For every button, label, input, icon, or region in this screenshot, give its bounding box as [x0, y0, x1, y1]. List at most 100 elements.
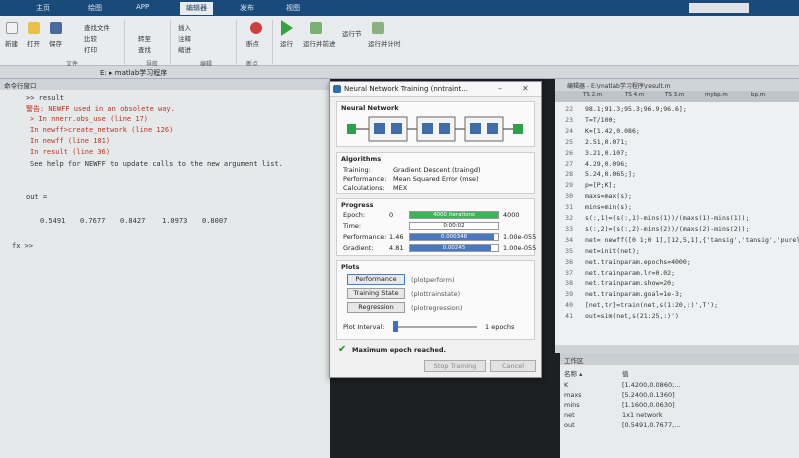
stack-line[interactable]: In newff (line 101) [30, 137, 110, 145]
stack-line[interactable]: > In nnerr.obs_use (line 17) [30, 115, 148, 123]
run-time-icon[interactable] [372, 22, 384, 34]
tab-view[interactable]: 视图 [280, 2, 306, 15]
code-line[interactable]: 3.21,0.107; [585, 149, 628, 157]
run-section-button[interactable]: 运行节 [342, 28, 362, 38]
open-button[interactable]: 打开 [27, 38, 40, 48]
stop-training-button[interactable]: Stop Training [424, 360, 486, 372]
stack-line[interactable]: In result (line 36) [30, 148, 110, 156]
run-icon[interactable] [281, 20, 293, 36]
code-line[interactable]: mins=min(s); [585, 203, 632, 211]
code-line[interactable]: K=[1.42,0.086; [585, 127, 640, 135]
save-button[interactable]: 保存 [49, 38, 62, 48]
command-prompt[interactable]: fx >> [12, 242, 33, 250]
tab-home[interactable]: 主页 [30, 2, 56, 15]
column-header-name[interactable]: 名称 ▴ [564, 368, 582, 378]
workspace-panel[interactable]: 名称 ▴ 值 K [1.4200,0.0860;... maxs [5.2400… [560, 365, 799, 458]
variable-name[interactable]: mins [564, 401, 580, 409]
run-advance-button[interactable]: 运行并前进 [303, 38, 336, 48]
code-line[interactable]: 5.24,0.065;]; [585, 170, 636, 178]
code-line[interactable]: T=T/100; [585, 116, 616, 124]
code-line[interactable]: out=sim(net,s(21:25,:)') [585, 312, 679, 320]
run-button[interactable]: 运行 [280, 38, 293, 48]
print-button[interactable]: 打印 [84, 44, 97, 54]
code-line[interactable]: [net,tr]=train(net,s(1:20,:)',T'); [585, 301, 718, 309]
line-number: 40 [565, 301, 573, 310]
editor-tab[interactable]: TS 2.m [583, 92, 602, 98]
divider [272, 20, 273, 64]
insert-button[interactable]: 插入 [178, 22, 191, 32]
editor-scrollbar[interactable] [555, 345, 799, 353]
indent-button[interactable]: 缩进 [178, 44, 191, 54]
command-window[interactable]: >> result 警告: NEWFF used in an obsolete … [0, 90, 330, 458]
variable-name[interactable]: K [564, 381, 568, 389]
check-icon: ✔ [338, 344, 347, 355]
performance-plot-button[interactable]: Performance [347, 274, 405, 285]
progress-bar-text: 4000 iterations [433, 212, 475, 218]
variable-name[interactable]: net [564, 411, 575, 419]
variable-value: 1x1 network [622, 411, 663, 419]
column-header-value[interactable]: 值 [622, 368, 629, 378]
tab-plots[interactable]: 绘图 [82, 2, 108, 15]
tab-apps[interactable]: APP [130, 2, 155, 15]
code-line[interactable]: net= newff([0 1;0 1],[12,5,1],{'tansig',… [585, 236, 799, 244]
new-file-icon[interactable] [6, 22, 18, 34]
run-advance-icon[interactable] [310, 22, 322, 34]
compare-button[interactable]: 比较 [84, 33, 97, 43]
line-number: 24 [565, 126, 573, 135]
regression-plot-button[interactable]: Regression [347, 302, 405, 313]
dialog-titlebar[interactable]: Neural Network Training (nntraint... – ✕ [330, 82, 541, 97]
training-state-plot-button[interactable]: Training State [347, 288, 405, 299]
code-line[interactable]: p=[P;K]; [585, 181, 616, 189]
tab-editor[interactable]: 编辑器 [180, 2, 213, 15]
plot-interval-track[interactable] [395, 326, 477, 328]
code-line[interactable]: net.trainparam.show=20; [585, 279, 675, 287]
divider [124, 20, 125, 64]
variable-value: [1.1600,0.0630] [622, 401, 675, 409]
code-line[interactable]: 98.1;91.3;95.3;96.9;96.6]; [585, 105, 687, 113]
search-input[interactable] [689, 3, 749, 13]
code-editor[interactable]: 22 98.1;91.3;95.3;96.9;96.6]; 23 T=T/100; 2… [555, 102, 799, 345]
editor-header: 编辑器 - E:\matlab学习程序\result.m [555, 79, 799, 91]
code-line[interactable]: 2.51,0.071; [585, 138, 628, 146]
editor-tab[interactable]: bp.m [751, 92, 765, 98]
close-icon[interactable]: ✕ [522, 84, 529, 93]
breakpoint-icon[interactable] [250, 22, 262, 34]
code-line[interactable]: s(:,2)=(s(:,2)-mins(2))/(maxs(2)-mins(2)… [585, 225, 749, 233]
line-number: 28 [565, 170, 573, 179]
line-number: 33 [565, 224, 573, 233]
minimize-icon[interactable]: – [498, 84, 502, 93]
cancel-button[interactable]: Cancel [490, 360, 536, 372]
editor-tab[interactable]: TS 4.m [625, 92, 644, 98]
address-bar[interactable]: E: ▸ matlab学习程序 [0, 66, 799, 79]
new-button[interactable]: 新建 [5, 38, 18, 48]
line-number: 36 [565, 257, 573, 266]
editor-tab[interactable]: mybp.m [705, 92, 728, 98]
comment-button[interactable]: 注释 [178, 33, 191, 43]
find-button[interactable]: 查找 [138, 44, 151, 54]
plot-interval-slider[interactable] [393, 321, 398, 332]
code-line[interactable]: 4.29,0.096; [585, 160, 628, 168]
line-number: 23 [565, 115, 573, 124]
code-line[interactable]: net=init(net); [585, 247, 640, 255]
find-files-button[interactable]: 查找文件 [84, 22, 110, 32]
code-line[interactable]: s(:,1)=(s(:,1)-mins(1))/(maxs(1)-mins(1)… [585, 214, 749, 222]
progress-bar-text: 0.00245 [442, 245, 466, 251]
variable-name[interactable]: maxs [564, 391, 582, 399]
progress-bar: 0.000348 [409, 233, 499, 241]
code-line[interactable]: net.trainparam.goal=1e-3; [585, 290, 683, 298]
save-icon[interactable] [50, 22, 62, 34]
breakpoints-button[interactable]: 断点 [246, 38, 259, 48]
line-number: 32 [565, 214, 573, 222]
stack-line[interactable]: In newff>create_network (line 126) [30, 126, 173, 134]
network-header: Neural Network [341, 104, 399, 112]
code-line[interactable]: net.trainparam.lr=0.02; [585, 269, 675, 277]
open-folder-icon[interactable] [28, 22, 40, 34]
code-line[interactable]: maxs=max(s); [585, 192, 632, 200]
variable-name[interactable]: out [564, 421, 575, 429]
code-line[interactable]: net.trainparam.epochs=4000; [585, 258, 691, 266]
goto-button[interactable]: 转至 [138, 33, 151, 43]
tab-publish[interactable]: 发布 [234, 2, 260, 15]
run-time-button[interactable]: 运行并计时 [368, 38, 401, 48]
editor-tab[interactable]: TS 3.m [665, 92, 684, 98]
training-value: Gradient Descent (traingd) [393, 166, 481, 174]
